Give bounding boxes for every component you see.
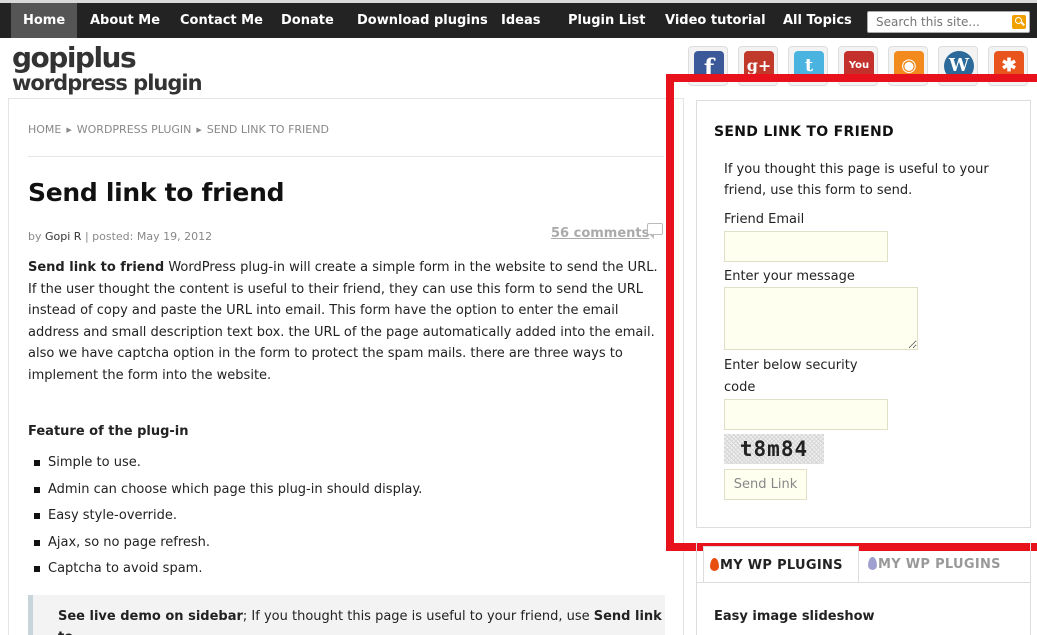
list-item: Admin can choose which page this plug-in… <box>34 480 422 507</box>
widget-description: If you thought this page is useful to yo… <box>724 162 989 198</box>
friend-email-field[interactable] <box>724 231 888 262</box>
search-input[interactable] <box>868 12 1006 32</box>
post-date: posted: May 19, 2012 <box>92 230 213 243</box>
nav-item-contact-me[interactable]: Contact Me <box>180 3 263 38</box>
nav-item-all-topics[interactable]: All Topics <box>783 3 852 38</box>
wordpress-icon: W <box>944 51 974 81</box>
breadcrumb-current: SEND LINK TO FRIEND <box>206 123 329 136</box>
logo-subtitle: wordpress plugin <box>12 71 203 95</box>
post-meta: by Gopi R | posted: May 19, 2012 <box>28 230 212 243</box>
nav-item-plugin-list[interactable]: Plugin List <box>568 3 645 38</box>
post-author[interactable]: Gopi R <box>45 230 81 243</box>
nav-item-video-tutorial[interactable]: Video tutorial <box>665 3 766 38</box>
breadcrumb-home[interactable]: HOME <box>28 123 61 136</box>
facebook-icon: f <box>694 51 724 82</box>
google-plus-icon: g+ <box>744 51 774 81</box>
site-logo[interactable]: gopiplus wordpress plugin <box>12 41 203 95</box>
nav-item-download-plugins[interactable]: Download plugins <box>357 3 488 38</box>
list-item: Simple to use. <box>34 453 422 480</box>
social-facebook[interactable]: f <box>688 46 728 86</box>
captcha-image: t8m84 <box>724 434 824 464</box>
social-twitter[interactable]: t <box>788 46 828 86</box>
social-joomla[interactable]: ✱ <box>988 46 1028 86</box>
breadcrumb: HOME ▶ WORDPRESS PLUGIN ▶ SEND LINK TO FRIEN… <box>28 123 329 136</box>
search-icon[interactable] <box>1012 15 1026 29</box>
logo-title: gopiplus <box>12 41 137 74</box>
post-intro: Send link to friend WordPress plug-in wi… <box>28 257 668 386</box>
message-label: Enter your message <box>724 269 855 284</box>
flame-icon <box>710 558 719 571</box>
list-item: Captcha to avoid spam. <box>34 559 422 586</box>
twitter-icon: t <box>794 51 824 81</box>
post-title: Send link to friend <box>28 178 285 207</box>
social-youtube[interactable]: You <box>838 46 878 86</box>
search-box <box>867 11 1030 33</box>
flame-icon <box>868 557 877 570</box>
top-navigation: Home About Me Contact Me Donate Download… <box>0 0 1037 38</box>
live-demo-note: See live demo on sidebar; If you thought… <box>28 595 665 635</box>
intro-bold: Send link to friend <box>28 260 165 275</box>
comment-bubble-icon[interactable] <box>647 223 663 239</box>
youtube-icon: You <box>844 51 874 81</box>
nav-item-ideas[interactable]: Ideas <box>501 3 540 38</box>
list-item: Easy style-override. <box>34 506 422 533</box>
breadcrumb-separator-icon: ▶ <box>66 126 72 134</box>
breadcrumb-separator-icon: ▶ <box>196 126 202 134</box>
meta-by: by <box>28 230 42 243</box>
demo-bold: See live demo on sidebar <box>58 609 243 624</box>
security-code-label-1: Enter below security <box>724 358 858 373</box>
list-item: Ajax, so no page refresh. <box>34 533 422 560</box>
social-rss[interactable]: ◉ <box>888 46 928 86</box>
social-google-plus[interactable]: g+ <box>738 46 778 86</box>
intro-text: WordPress plug-in will create a simple f… <box>28 260 658 383</box>
meta-separator: | <box>84 230 89 243</box>
tab-my-wp-plugins[interactable]: MY WP PLUGINS <box>703 546 859 582</box>
features-heading: Feature of the plug-in <box>28 424 189 439</box>
security-code-field[interactable] <box>724 399 888 430</box>
nav-item-home[interactable]: Home <box>11 3 78 38</box>
tab-label: MY WP PLUGINS <box>878 557 1001 572</box>
rss-icon: ◉ <box>894 51 924 81</box>
tabs-divider <box>697 582 1030 583</box>
send-link-button[interactable]: Send Link <box>724 469 807 500</box>
friend-email-label: Friend Email <box>724 212 805 227</box>
tab-label: MY WP PLUGINS <box>720 558 843 573</box>
divider <box>28 156 664 157</box>
tab-my-wp-plugins-2[interactable]: MY WP PLUGINS <box>862 546 1022 582</box>
plugin-link-easy-image-slideshow[interactable]: Easy image slideshow <box>714 609 875 624</box>
message-textarea[interactable] <box>724 287 918 350</box>
breadcrumb-wordpress-plugin[interactable]: WORDPRESS PLUGIN <box>77 123 192 136</box>
joomla-icon: ✱ <box>994 51 1024 81</box>
comments-link[interactable]: 56 comments <box>551 226 649 241</box>
features-list: Simple to use. Admin can choose which pa… <box>34 453 422 586</box>
nav-item-donate[interactable]: Donate <box>281 3 334 38</box>
nav-item-about-me[interactable]: About Me <box>90 3 160 38</box>
demo-text: ; If you thought this page is useful to … <box>242 609 594 624</box>
widget-title: SEND LINK TO FRIEND <box>714 124 894 140</box>
security-code-label-2: code <box>724 380 756 395</box>
social-wordpress[interactable]: W <box>938 46 978 86</box>
